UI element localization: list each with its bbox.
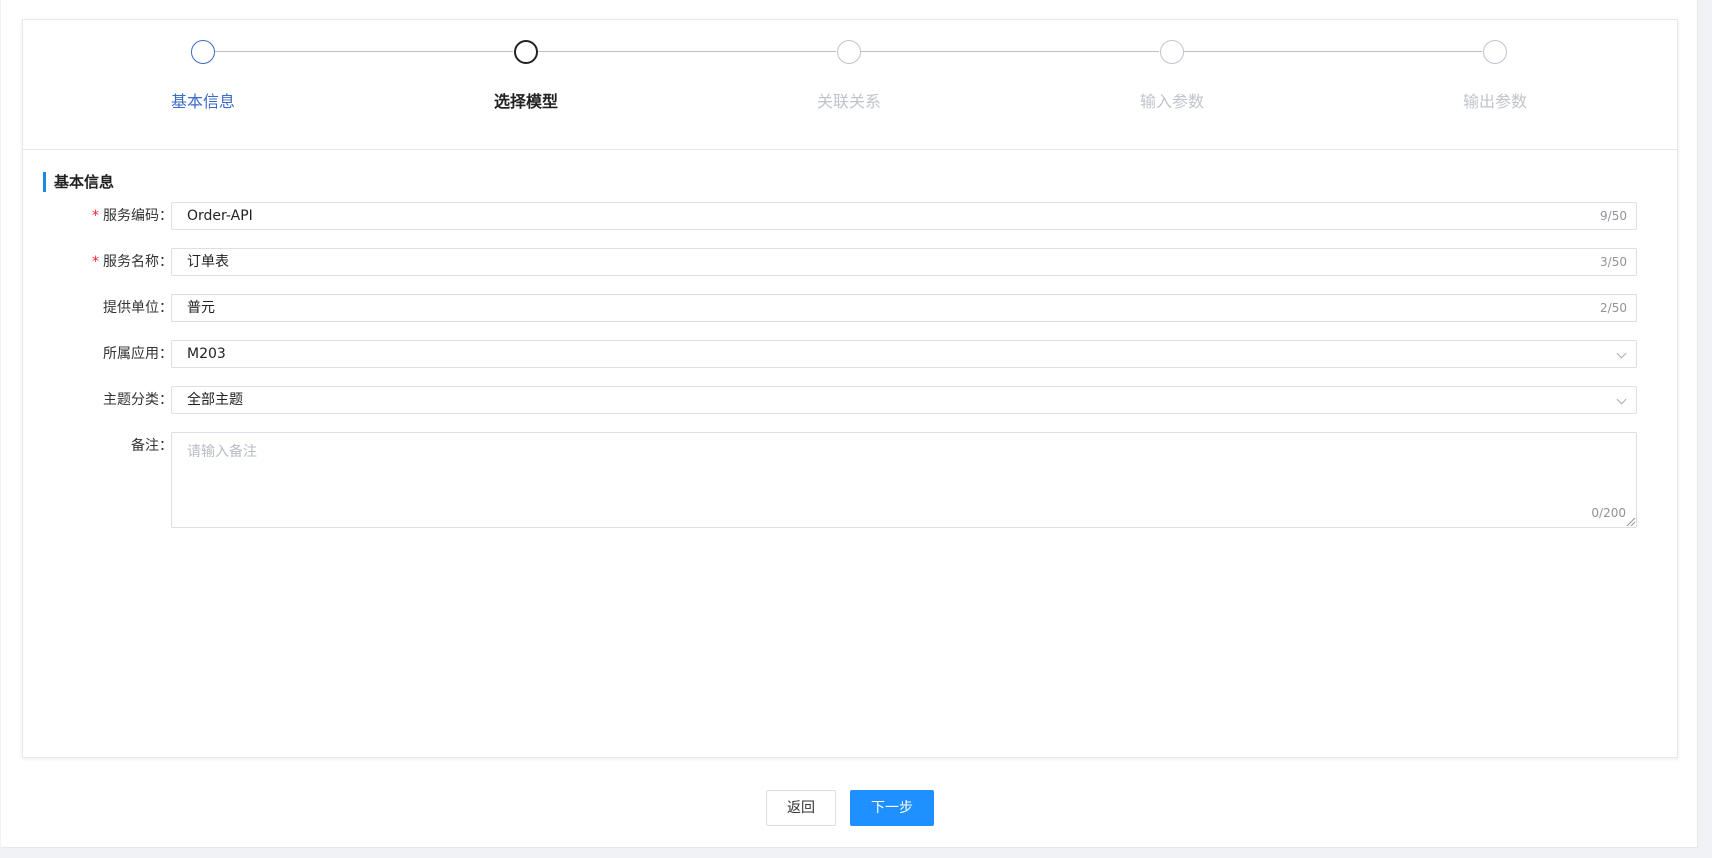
service-name-count: 3/50 [1600, 255, 1627, 269]
step-connector [214, 51, 513, 52]
topic-select[interactable]: 全部主题 [171, 386, 1637, 414]
step-2-icon[interactable] [514, 40, 538, 64]
remark-textarea[interactable]: 请输入备注 0/200 [171, 432, 1637, 528]
service-code-count: 9/50 [1600, 209, 1627, 223]
chevron-down-icon[interactable] [1616, 394, 1627, 405]
application-value: M203 [187, 346, 226, 362]
step-4-label[interactable]: 输入参数 [1092, 88, 1252, 112]
topic-value: 全部主题 [187, 392, 243, 408]
step-1-icon[interactable] [191, 40, 215, 64]
chevron-down-icon[interactable] [1616, 348, 1627, 359]
resize-handle-icon[interactable] [1627, 518, 1635, 526]
step-5-icon[interactable] [1483, 40, 1507, 64]
application-select[interactable]: M203 [171, 340, 1637, 368]
service-code-label: * 服务编码： [92, 208, 173, 224]
back-button[interactable]: 返回 [766, 790, 836, 826]
service-code-value: Order-API [187, 208, 253, 224]
step-5-label[interactable]: 输出参数 [1415, 88, 1575, 112]
step-connector [860, 51, 1159, 52]
section-title: 基本信息 [43, 172, 114, 192]
service-code-input[interactable]: Order-API 9/50 [171, 202, 1637, 230]
remark-label: 备注： [131, 438, 173, 454]
step-4-icon[interactable] [1160, 40, 1184, 64]
step-connector [537, 51, 836, 52]
service-name-input[interactable]: 订单表 3/50 [171, 248, 1637, 276]
service-name-label: * 服务名称： [92, 254, 173, 270]
remark-placeholder: 请输入备注 [187, 444, 257, 460]
topic-label: 主题分类： [103, 392, 173, 408]
next-step-button[interactable]: 下一步 [850, 790, 934, 826]
remark-count: 0/200 [1591, 506, 1626, 520]
step-connector [1183, 51, 1482, 52]
form-card: 基本信息 选择模型 关联关系 输入参数 输出参数 基本信息 * 服务编码： Ord… [22, 19, 1678, 758]
step-2-label[interactable]: 选择模型 [446, 88, 606, 112]
application-label: 所属应用： [103, 346, 173, 362]
step-1-label[interactable]: 基本信息 [123, 88, 283, 112]
provider-label: 提供单位： [103, 300, 173, 316]
provider-count: 2/50 [1600, 301, 1627, 315]
required-mark: * [92, 254, 99, 270]
step-3-label[interactable]: 关联关系 [769, 88, 929, 112]
step-3-icon[interactable] [837, 40, 861, 64]
provider-input[interactable]: 普元 2/50 [171, 294, 1637, 322]
provider-value: 普元 [187, 300, 215, 316]
page: 基本信息 选择模型 关联关系 输入参数 输出参数 基本信息 * 服务编码： Ord… [1, 0, 1698, 848]
service-name-value: 订单表 [187, 254, 229, 270]
steps-bar: 基本信息 选择模型 关联关系 输入参数 输出参数 [23, 20, 1677, 150]
required-mark: * [92, 208, 99, 224]
